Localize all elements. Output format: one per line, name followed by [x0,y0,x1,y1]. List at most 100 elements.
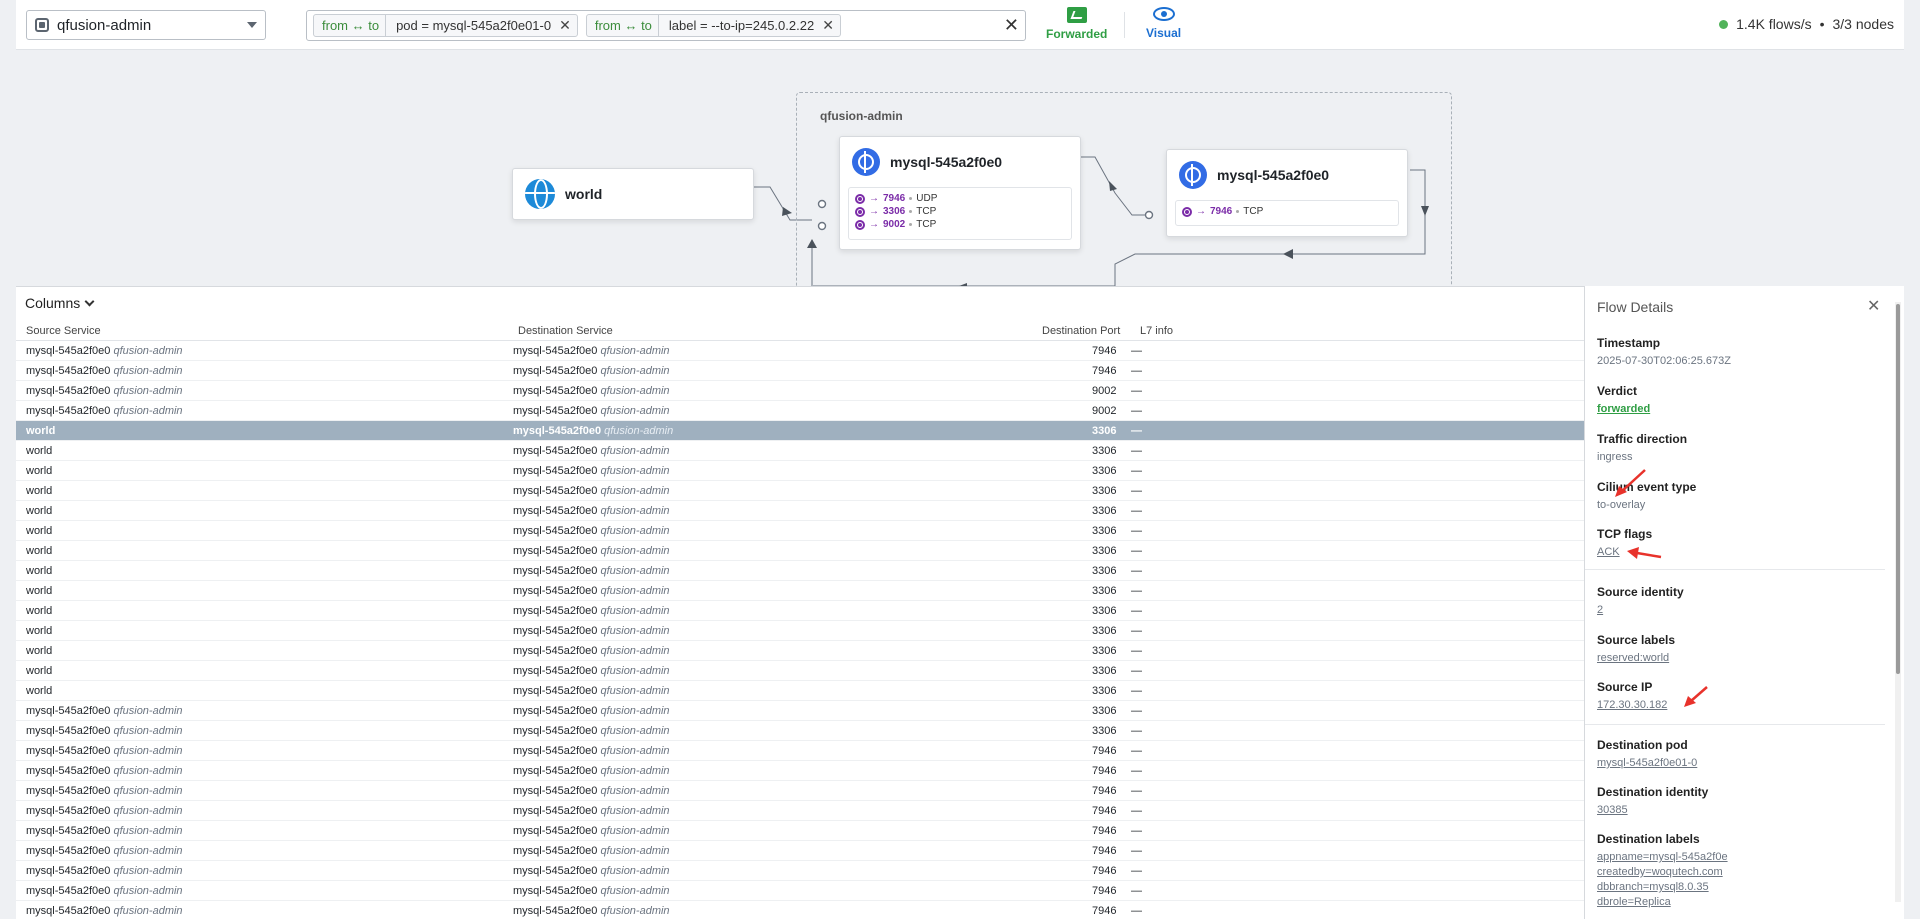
table-row[interactable]: world mysql-545a2f0e0 qfusion-admin 3306 — [16,421,1584,441]
source-service: world [26,605,53,617]
table-row[interactable]: world mysql-545a2f0e0 qfusion-admin 3306 — [16,681,1584,701]
table-row[interactable]: world mysql-545a2f0e0 qfusion-admin 3306 — [16,621,1584,641]
port-row: → 3306 TCP [855,205,1065,218]
table-row[interactable]: mysql-545a2f0e0 qfusion-admin mysql-545a2… [16,821,1584,841]
table-row[interactable]: mysql-545a2f0e0 qfusion-admin mysql-545a2… [16,841,1584,861]
table-row[interactable]: mysql-545a2f0e0 qfusion-admin mysql-545a2… [16,781,1584,801]
filter-direction[interactable]: from ↔ to [587,18,658,33]
verdict-link[interactable]: forwarded [1597,403,1650,415]
cell-destination-port: 3306 [1092,585,1117,597]
cell-destination: mysql-545a2f0e0 qfusion-admin [513,425,673,437]
table-row[interactable]: mysql-545a2f0e0 qfusion-admin mysql-545a2… [16,901,1584,919]
table-row[interactable]: mysql-545a2f0e0 qfusion-admin mysql-545a2… [16,741,1584,761]
cell-destination-port: 3306 [1092,605,1117,617]
cell-destination: mysql-545a2f0e0 qfusion-admin [513,865,670,877]
top-bar: qfusion-admin from ↔ to pod = mysql-545a… [16,0,1904,50]
table-row[interactable]: world mysql-545a2f0e0 qfusion-admin 3306 — [16,641,1584,661]
table-row[interactable]: mysql-545a2f0e0 qfusion-admin mysql-545a2… [16,881,1584,901]
table-row[interactable]: world mysql-545a2f0e0 qfusion-admin 3306 — [16,601,1584,621]
table-body: mysql-545a2f0e0 qfusion-admin mysql-545a2… [16,341,1584,919]
filter-tag-pod[interactable]: from ↔ to pod = mysql-545a2f0e01-0 ✕ [313,14,578,37]
forwarded-filter-button[interactable]: Forwarded [1046,7,1107,41]
field-value: to-overlay [1597,499,1646,511]
table-row[interactable]: mysql-545a2f0e0 qfusion-admin mysql-545a2… [16,381,1584,401]
port-protocol: TCP [916,219,937,230]
annotation-arrow-icon [1627,547,1662,559]
columns-button[interactable]: Columns [25,295,95,311]
filter-direction[interactable]: from ↔ to [314,18,385,33]
table-row[interactable]: mysql-545a2f0e0 qfusion-admin mysql-545a2… [16,701,1584,721]
destination-service: mysql-545a2f0e0 [513,705,598,717]
cell-source: world [26,485,52,497]
mysql-node-a[interactable]: mysql-545a2f0e0 → 7946 UDP → 3306 TCP → … [839,136,1081,250]
destination-service: mysql-545a2f0e0 [513,625,598,637]
details-scrollbar-thumb[interactable] [1896,304,1900,674]
cell-source: mysql-545a2f0e0 qfusion-admin [26,785,183,797]
cell-destination-port: 3306 [1092,425,1117,437]
table-row[interactable]: world mysql-545a2f0e0 qfusion-admin 3306 — [16,501,1584,521]
source-service: mysql-545a2f0e0 [26,825,111,837]
destination-namespace: qfusion-admin [600,585,670,597]
source-namespace: qfusion-admin [113,865,183,877]
table-row[interactable]: mysql-545a2f0e0 qfusion-admin mysql-545a2… [16,861,1584,881]
cell-source: mysql-545a2f0e0 qfusion-admin [26,725,183,737]
clear-filters-icon[interactable]: ✕ [1004,15,1019,36]
destination-label-link[interactable]: dbbranch=mysql8.0.35 [1597,881,1728,893]
source-namespace: qfusion-admin [113,345,183,357]
chevron-down-icon [84,296,95,306]
table-row[interactable]: world mysql-545a2f0e0 qfusion-admin 3306 — [16,521,1584,541]
source-ip-link[interactable]: 172.30.30.182 [1597,699,1667,711]
destination-label-link[interactable]: dbrole=Replica [1597,896,1728,908]
source-labels-link[interactable]: reserved:world [1597,652,1675,664]
destination-namespace: qfusion-admin [600,465,670,477]
table-row[interactable]: world mysql-545a2f0e0 qfusion-admin 3306 — [16,441,1584,461]
header-destination-service[interactable]: Destination Service [518,325,613,337]
destination-identity-link[interactable]: 30385 [1597,804,1708,816]
destination-namespace: qfusion-admin [600,865,670,877]
table-row[interactable]: mysql-545a2f0e0 qfusion-admin mysql-545a2… [16,761,1584,781]
cell-source: mysql-545a2f0e0 qfusion-admin [26,825,183,837]
table-row[interactable]: mysql-545a2f0e0 qfusion-admin mysql-545a2… [16,401,1584,421]
details-divider [1585,569,1885,570]
close-icon[interactable]: ✕ [1867,296,1880,316]
source-service: mysql-545a2f0e0 [26,785,111,797]
destination-namespace: qfusion-admin [600,905,670,917]
table-row[interactable]: mysql-545a2f0e0 qfusion-admin mysql-545a2… [16,341,1584,361]
remove-filter-icon[interactable]: ✕ [557,17,577,34]
table-row[interactable]: mysql-545a2f0e0 qfusion-admin mysql-545a2… [16,361,1584,381]
cell-l7-info: — [1131,465,1142,477]
filter-input[interactable]: from ↔ to pod = mysql-545a2f0e01-0 ✕ fro… [306,10,1026,41]
port-separator [1236,210,1240,213]
service-map[interactable]: qfusion-admin world mysql-545a2f0e0 → 79… [0,50,1920,286]
table-row[interactable]: mysql-545a2f0e0 qfusion-admin mysql-545a2… [16,721,1584,741]
header-destination-port[interactable]: Destination Port [1042,325,1120,337]
header-source-service[interactable]: Source Service [26,325,101,337]
destination-service: mysql-545a2f0e0 [513,505,598,517]
table-row[interactable]: world mysql-545a2f0e0 qfusion-admin 3306 — [16,481,1584,501]
source-identity-link[interactable]: 2 [1597,604,1684,616]
table-row[interactable]: world mysql-545a2f0e0 qfusion-admin 3306 — [16,661,1584,681]
port-number: 7946 [1210,206,1233,217]
table-row[interactable]: world mysql-545a2f0e0 qfusion-admin 3306 — [16,561,1584,581]
cell-source: world [26,665,52,677]
namespace-select[interactable]: qfusion-admin [26,10,266,40]
cell-source: mysql-545a2f0e0 qfusion-admin [26,705,183,717]
port-row: → 7946 UDP [855,192,1065,205]
source-namespace: qfusion-admin [113,405,183,417]
world-node[interactable]: world [512,168,754,220]
filter-tag-label[interactable]: from ↔ to label = --to-ip=245.0.2.22 ✕ [585,14,841,37]
table-row[interactable]: world mysql-545a2f0e0 qfusion-admin 3306 — [16,461,1584,481]
header-l7-info[interactable]: L7 info [1140,325,1173,337]
namespace-icon [35,18,49,32]
visual-filter-button[interactable]: Visual [1146,7,1181,40]
table-row[interactable]: world mysql-545a2f0e0 qfusion-admin 3306 — [16,541,1584,561]
remove-filter-icon[interactable]: ✕ [820,17,840,34]
source-service: mysql-545a2f0e0 [26,765,111,777]
table-row[interactable]: world mysql-545a2f0e0 qfusion-admin 3306 — [16,581,1584,601]
destination-pod-link[interactable]: mysql-545a2f0e01-0 [1597,757,1697,769]
destination-label-link[interactable]: createdby=woqutech.com [1597,866,1728,878]
mysql-node-b[interactable]: mysql-545a2f0e0 → 7946 TCP [1166,149,1408,237]
table-row[interactable]: mysql-545a2f0e0 qfusion-admin mysql-545a2… [16,801,1584,821]
destination-label-link[interactable]: appname=mysql-545a2f0e [1597,851,1728,863]
cell-source: world [26,565,52,577]
